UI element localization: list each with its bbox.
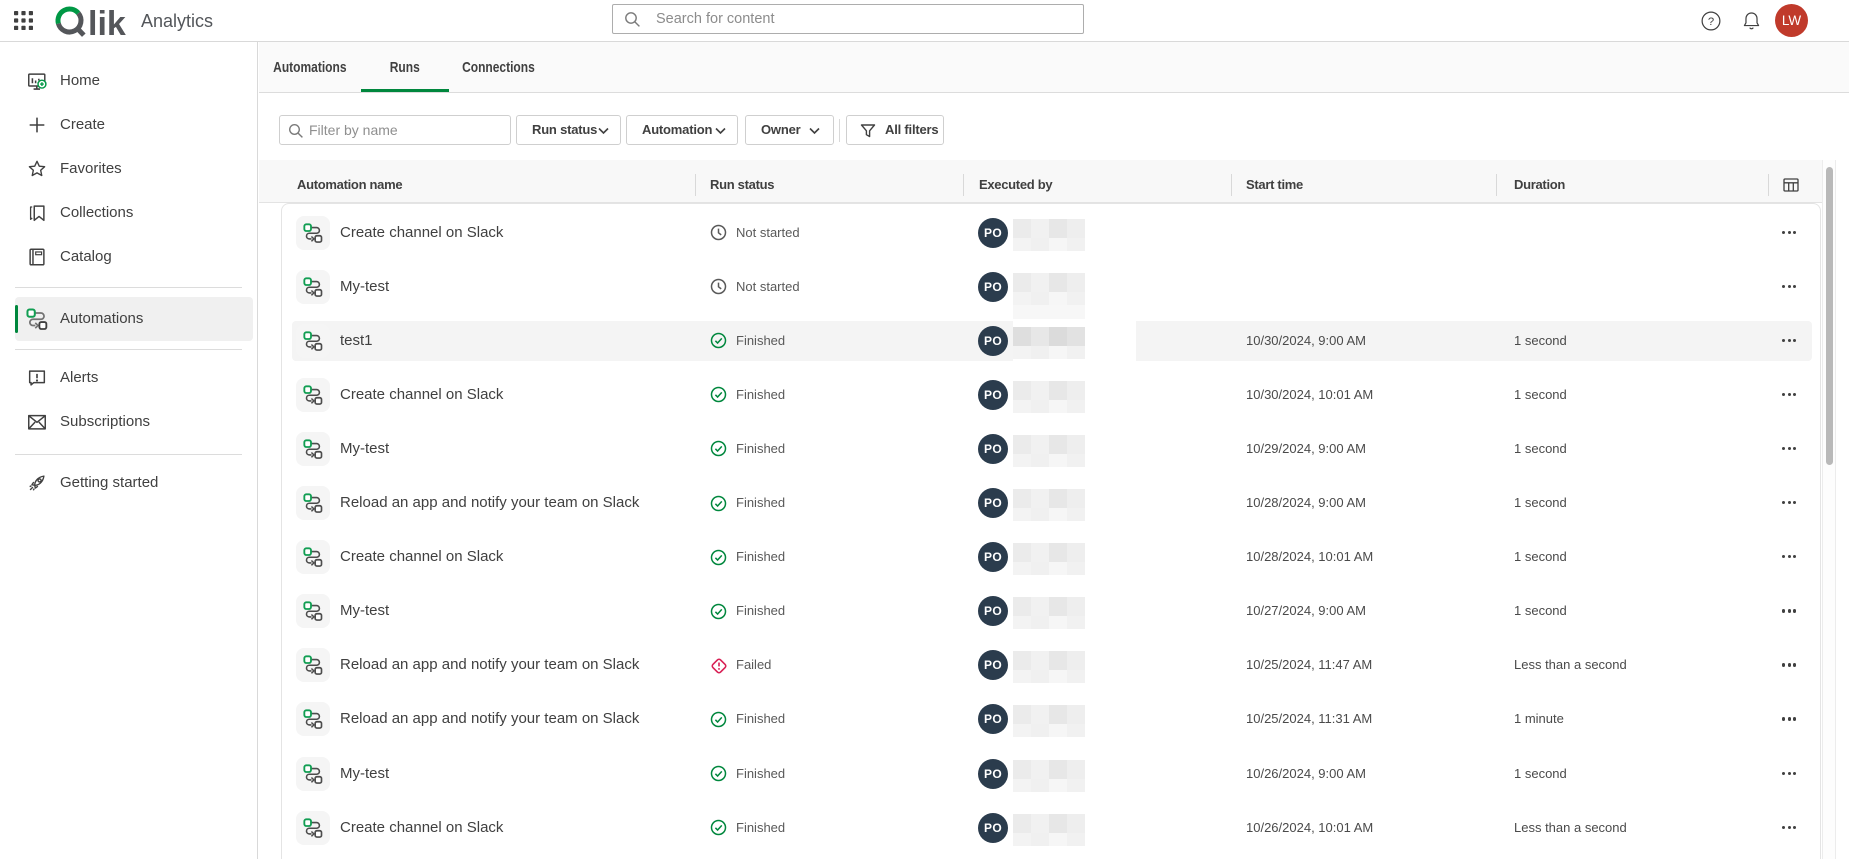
svg-text:?: ? xyxy=(1708,16,1714,28)
svg-text:lik: lik xyxy=(88,5,126,38)
